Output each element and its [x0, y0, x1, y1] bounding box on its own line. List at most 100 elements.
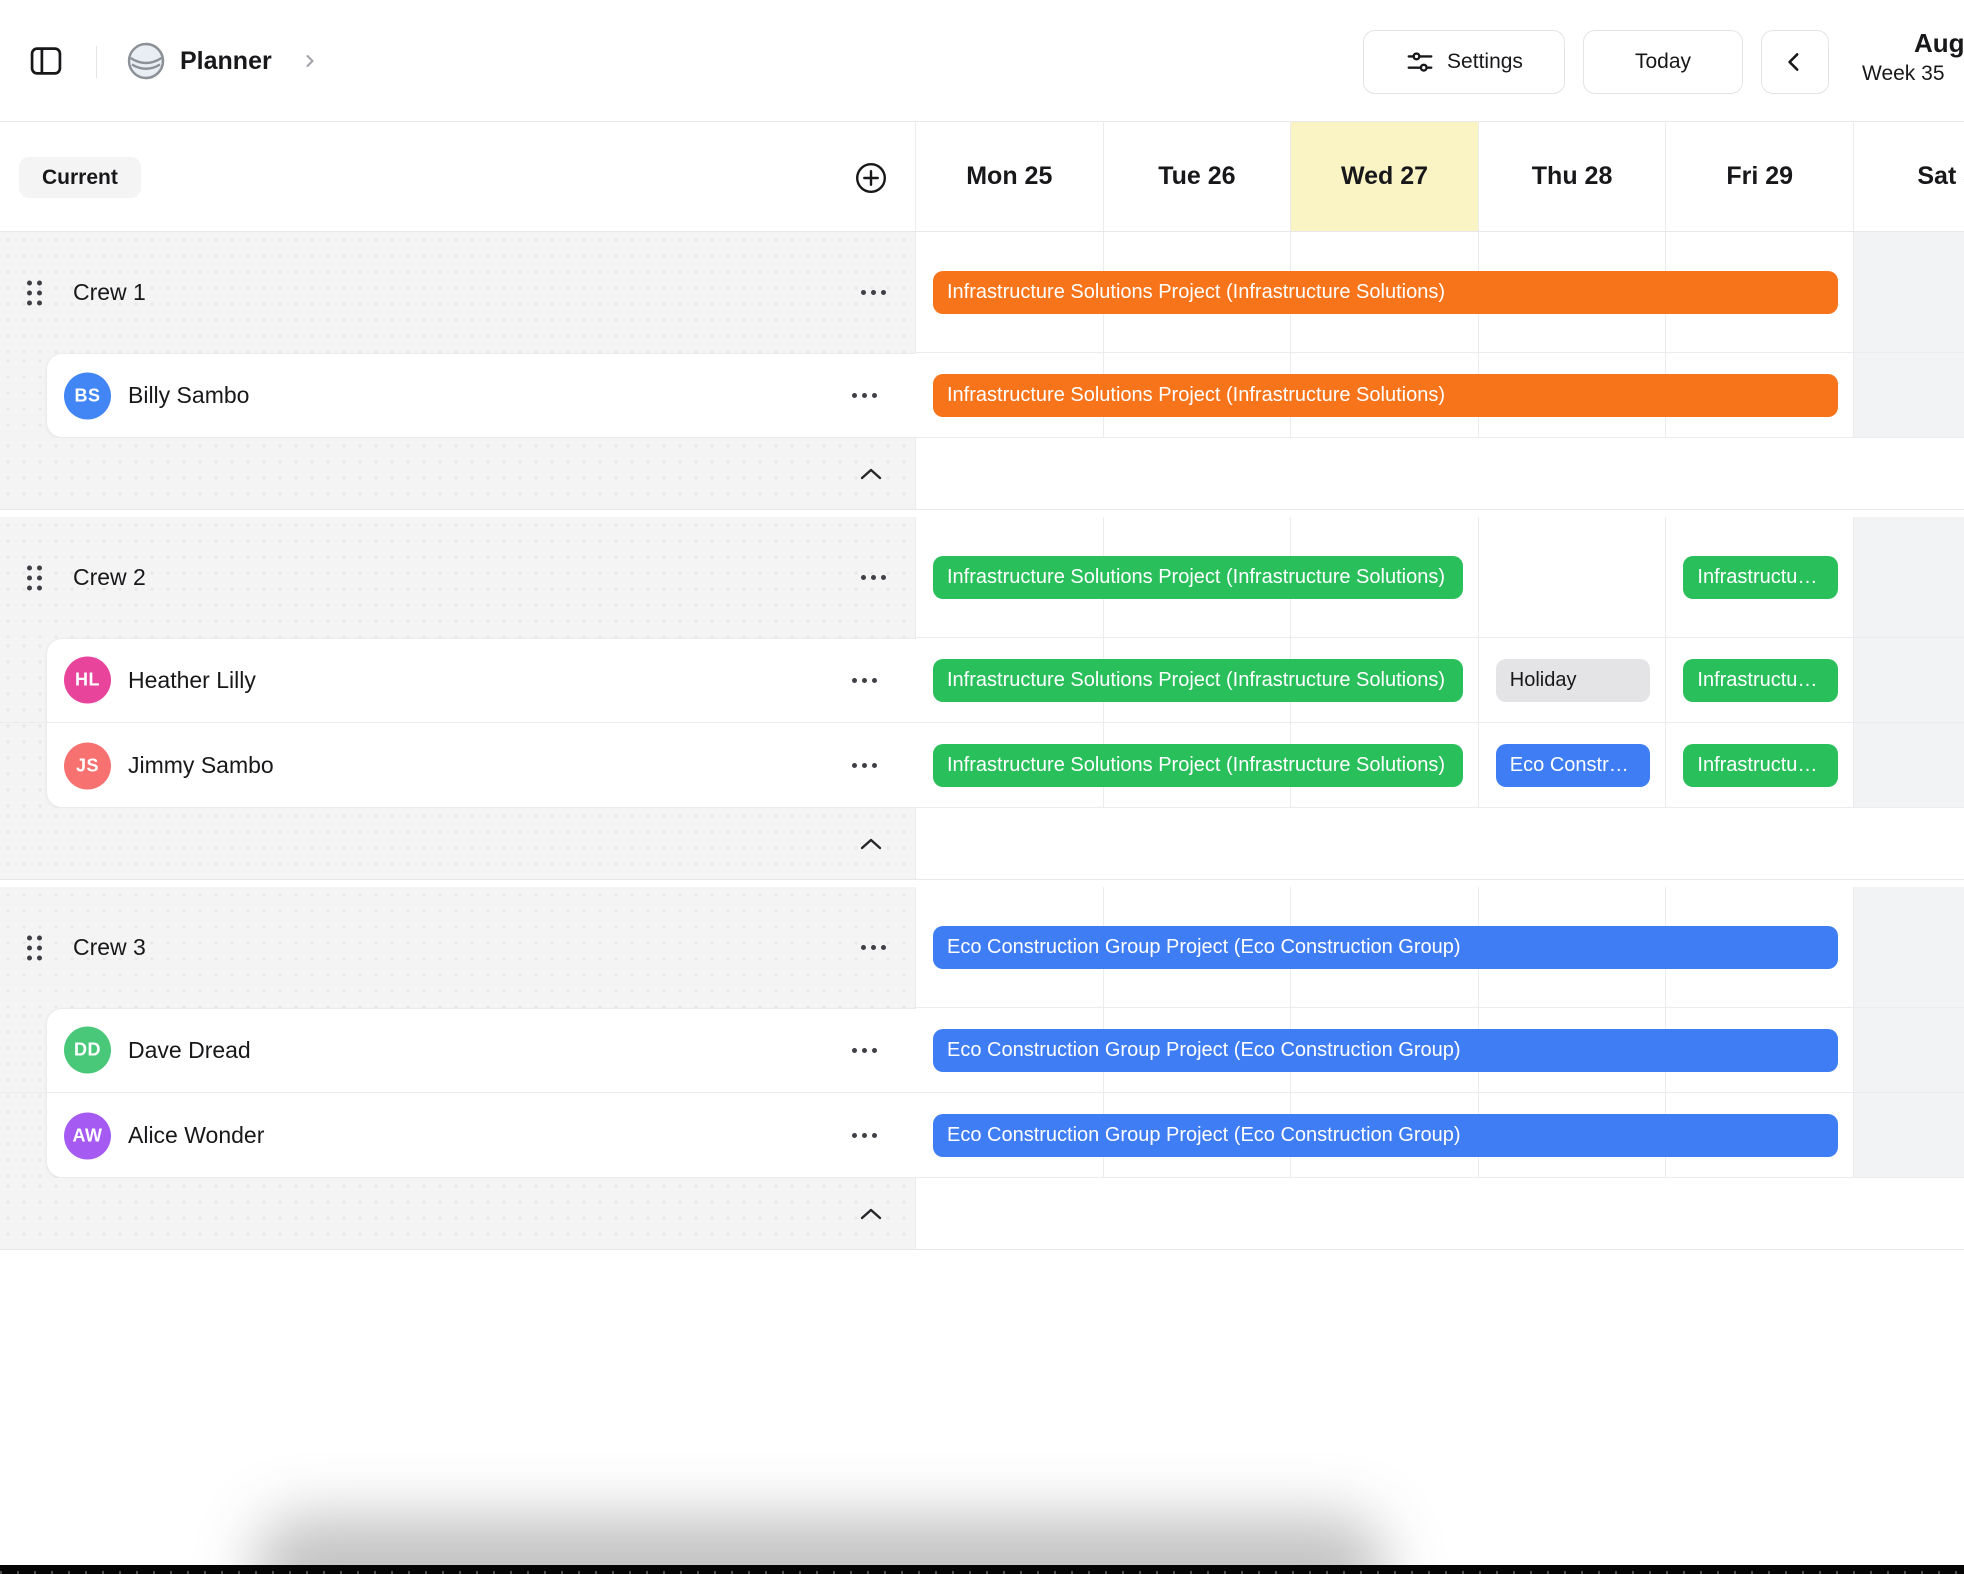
member-row-grid: Infrastructure Solutions Project (Infras… — [916, 723, 1964, 808]
topbar-divider — [96, 46, 97, 78]
row-menu-button[interactable] — [849, 928, 897, 968]
dot — [37, 300, 42, 305]
dot — [861, 290, 866, 295]
dot — [872, 393, 877, 398]
assignment-bar[interactable]: Infrastructure Solutions Project (Infras… — [1683, 744, 1838, 787]
settings-icon — [1405, 47, 1435, 77]
row-menu-button[interactable] — [840, 1030, 888, 1070]
dot — [861, 575, 866, 580]
assignment-bar[interactable]: Eco Construction Group Project (Eco Cons… — [933, 1114, 1838, 1157]
row-menu-button[interactable] — [840, 376, 888, 416]
collapse-group-button[interactable] — [849, 824, 893, 864]
member-row: BSBilly SamboInfrastructure Solutions Pr… — [0, 353, 1964, 438]
today-button-label: Today — [1635, 50, 1691, 74]
sidebar-toggle-icon[interactable] — [27, 0, 65, 122]
assignment-bar[interactable]: Infrastructure Solutions Project (Infras… — [1683, 556, 1838, 599]
assignment-bar-label: Eco Construction Group Project (Eco Cons… — [947, 1039, 1461, 1062]
dot — [27, 585, 32, 590]
holiday-badge[interactable]: Holiday — [1496, 659, 1651, 702]
dot — [27, 935, 32, 940]
row-menu-button[interactable] — [840, 1116, 888, 1156]
member-row-left: JSJimmy Sambo — [0, 723, 916, 808]
assignment-bar[interactable]: Eco Construction Group Project (Eco Cons… — [933, 926, 1838, 969]
crew-group: Crew 2 Infrastructure Solutions Project (… — [0, 517, 1964, 880]
group-header-grid: Infrastructure Solutions Project (Infras… — [916, 232, 1964, 353]
dot — [872, 763, 877, 768]
dot — [852, 1133, 857, 1138]
day-header-label: Mon 25 — [966, 162, 1052, 191]
member-name-label: Billy Sambo — [128, 353, 249, 438]
drag-handle[interactable] — [27, 935, 42, 960]
assignment-bar[interactable]: Infrastructure Solutions Project (Infras… — [933, 556, 1463, 599]
member-card-section: DDDave DreadEco Construction Group Proje… — [0, 1008, 1964, 1178]
breadcrumb[interactable]: Planner — [180, 0, 272, 122]
member-row-grid: Infrastructure Solutions Project (Infras… — [916, 353, 1964, 438]
assignment-bar-label: Infrastructure Solutions Project (Infras… — [947, 566, 1445, 589]
assignment-bar-label: Infrastructure Solutions Project (Infras… — [947, 384, 1445, 407]
row-menu-button[interactable] — [840, 660, 888, 700]
collapse-row — [0, 438, 1964, 510]
dot — [37, 565, 42, 570]
assignment-bar[interactable]: Eco Construction Group Project (Eco Cons… — [933, 1029, 1838, 1072]
day-header-label: Wed 27 — [1341, 162, 1428, 191]
assignment-bar-label: Infrastructure Solutions Project (Infras… — [947, 281, 1445, 304]
dot — [27, 575, 32, 580]
month-label: Aug — [1914, 28, 1964, 59]
member-name-label: Jimmy Sambo — [128, 723, 274, 808]
dot — [852, 1048, 857, 1053]
planner-app: Planner Settings Today Aug Week 35 — [0, 0, 1964, 1574]
assignment-bar[interactable]: Infrastructure Solutions Project (Infras… — [933, 744, 1463, 787]
dot — [852, 763, 857, 768]
assignment-bar[interactable]: Infrastructure Solutions Project (Infras… — [933, 374, 1838, 417]
assignment-bar-label: Infrastructure Solutions Project (Infras… — [1697, 669, 1824, 692]
assignment-bar-label: Infrastructure Solutions Project (Infras… — [947, 754, 1445, 777]
schedule-body: Crew 1Infrastructure Solutions Project (… — [0, 232, 1964, 1250]
crew-group: Crew 3 Eco Construction Group Project (Ec… — [0, 887, 1964, 1250]
row-menu-button[interactable] — [849, 558, 897, 598]
assignment-bar-label: Infrastructure Solutions Project (Infras… — [947, 669, 1445, 692]
avatar: AW — [64, 1112, 111, 1159]
row-menu-button[interactable] — [840, 746, 888, 786]
assignment-bar-label: Infrastructure Solutions Project (Infras… — [1697, 566, 1824, 589]
settings-button[interactable]: Settings — [1363, 30, 1565, 94]
assignment-bar[interactable]: Eco Construction Group Project (Eco Cons… — [1496, 744, 1651, 787]
app-logo-icon — [126, 0, 166, 122]
grid-cell-weekend — [1854, 723, 1964, 807]
collapse-row — [0, 1178, 1964, 1250]
dot — [881, 575, 886, 580]
dot — [862, 763, 867, 768]
assignment-bar-label: Eco Construction Group Project (Eco Cons… — [1510, 754, 1637, 777]
assignment-bar[interactable]: Infrastructure Solutions Project (Infras… — [1683, 659, 1838, 702]
dot — [37, 955, 42, 960]
previous-week-button[interactable] — [1761, 30, 1829, 94]
dot — [27, 565, 32, 570]
day-header-label: Sat 3 — [1917, 162, 1964, 191]
group-header-row: Crew 3 Eco Construction Group Project (Ec… — [0, 887, 1964, 1008]
assignment-bar[interactable]: Infrastructure Solutions Project (Infras… — [933, 659, 1463, 702]
chevron-up-icon — [857, 835, 885, 853]
collapse-group-button[interactable] — [849, 1194, 893, 1234]
dot — [37, 280, 42, 285]
drag-handle[interactable] — [27, 565, 42, 590]
group-header-row: Crew 2 Infrastructure Solutions Project (… — [0, 517, 1964, 638]
row-menu-button[interactable] — [849, 273, 897, 313]
dot — [871, 945, 876, 950]
dot — [27, 955, 32, 960]
add-row-button[interactable] — [852, 159, 890, 197]
group-header-left: Crew 3 — [0, 887, 916, 1008]
collapse-group-button[interactable] — [849, 454, 893, 494]
day-header-fri-29: Fri 29 — [1666, 122, 1854, 231]
crew-group: Crew 1Infrastructure Solutions Project (… — [0, 232, 1964, 510]
drag-handle[interactable] — [27, 280, 42, 305]
today-button[interactable]: Today — [1583, 30, 1743, 94]
group-name-label: Crew 3 — [73, 887, 146, 1008]
assignment-bar[interactable]: Infrastructure Solutions Project (Infras… — [933, 271, 1838, 314]
assignment-bar-label: Holiday — [1510, 669, 1577, 692]
avatar: HL — [64, 657, 111, 704]
day-header-label: Thu 28 — [1532, 162, 1613, 191]
grid-cell-weekend — [1854, 1008, 1964, 1092]
chevron-up-icon — [857, 465, 885, 483]
current-filter-badge[interactable]: Current — [19, 157, 141, 198]
collapse-row-grid — [916, 808, 1964, 879]
group-name-label: Crew 2 — [73, 517, 146, 638]
